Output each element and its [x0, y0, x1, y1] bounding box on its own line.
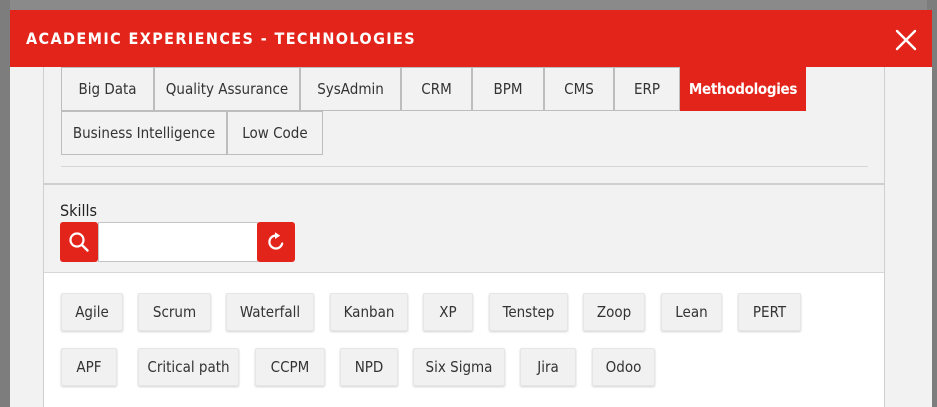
tab-low-code[interactable]: Low Code — [227, 111, 323, 155]
tab-business-intelligence[interactable]: Business Intelligence — [61, 111, 227, 155]
skill-chip-scrum[interactable]: Scrum — [138, 293, 211, 331]
tab-big-data[interactable]: Big Data — [61, 67, 154, 111]
skill-chip-ccpm[interactable]: CCPM — [255, 348, 325, 386]
modal-title: ACADEMIC EXPERIENCES - TECHNOLOGIES — [26, 29, 417, 48]
modal-header: ACADEMIC EXPERIENCES - TECHNOLOGIES — [10, 10, 932, 67]
technologies-modal: ACADEMIC EXPERIENCES - TECHNOLOGIES Big … — [10, 10, 932, 407]
search-icon — [69, 232, 89, 252]
close-icon — [895, 29, 917, 51]
tab-sysadmin[interactable]: SysAdmin — [300, 67, 401, 111]
skill-chip-zoop[interactable]: Zoop — [583, 293, 645, 331]
skill-chip-xp[interactable]: XP — [423, 293, 473, 331]
skill-chip-pert[interactable]: PERT — [738, 293, 801, 331]
skill-chip-jira[interactable]: Jira — [520, 348, 576, 386]
skills-list: Agile Scrum Waterfall Kanban XP Tenstep … — [44, 272, 884, 407]
skill-chip-six-sigma[interactable]: Six Sigma — [413, 348, 505, 386]
tab-bpm[interactable]: BPM — [472, 67, 544, 111]
skill-chip-agile[interactable]: Agile — [61, 293, 123, 331]
skills-panel: Skills Agile Scrum Waterfall Kanban XP T… — [43, 184, 885, 407]
search-button[interactable] — [60, 222, 98, 262]
skill-chip-critical-path[interactable]: Critical path — [138, 348, 239, 386]
skill-chip-lean[interactable]: Lean — [661, 293, 722, 331]
modal-body: Big Data Quality Assurance SysAdmin CRM … — [10, 67, 932, 407]
refresh-button[interactable] — [257, 222, 295, 262]
skill-chip-kanban[interactable]: Kanban — [330, 293, 408, 331]
skills-search-input[interactable] — [98, 222, 258, 262]
skills-label: Skills — [60, 201, 97, 220]
close-button[interactable] — [894, 28, 918, 52]
skill-chip-odoo[interactable]: Odoo — [592, 348, 655, 386]
skill-chip-apf[interactable]: APF — [61, 348, 117, 386]
skill-chip-npd[interactable]: NPD — [340, 348, 398, 386]
tab-quality-assurance[interactable]: Quality Assurance — [154, 67, 300, 111]
tab-methodologies[interactable]: Methodologies — [680, 67, 806, 111]
skill-chip-tenstep[interactable]: Tenstep — [489, 293, 568, 331]
tabs-divider — [61, 166, 868, 167]
refresh-icon — [268, 232, 284, 250]
overlay-backdrop-left — [0, 0, 10, 407]
technology-tabs: Big Data Quality Assurance SysAdmin CRM … — [43, 67, 885, 184]
skill-chip-waterfall[interactable]: Waterfall — [226, 293, 314, 331]
tab-cms[interactable]: CMS — [544, 67, 614, 111]
tab-crm[interactable]: CRM — [401, 67, 472, 111]
tab-erp[interactable]: ERP — [614, 67, 680, 111]
